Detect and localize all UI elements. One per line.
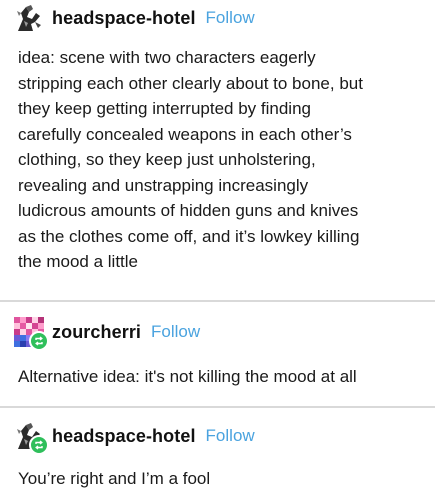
text-line: revealing and unstrapping increasingly: [18, 175, 309, 195]
post-reply: zourcherri Follow Alternative idea: it's…: [0, 302, 435, 406]
post-text: idea: scene with two characters eagerly …: [18, 45, 428, 275]
text-line: as the clothes come off, and it’s lowkey…: [18, 226, 360, 246]
text-line: Alternative idea: it's not killing the m…: [18, 367, 357, 386]
sketch-figure-avatar-icon[interactable]: [14, 3, 44, 33]
sketch-figure-avatar-icon[interactable]: [14, 421, 49, 455]
follow-button[interactable]: Follow: [206, 426, 255, 446]
username[interactable]: zourcherri: [52, 322, 141, 343]
pixel-avatar-icon[interactable]: [14, 317, 49, 351]
text-line: carefully concealed weapons in each othe…: [18, 124, 352, 144]
post-text: You’re right and I’m a fool: [18, 466, 428, 492]
text-line: the mood a little: [18, 252, 139, 271]
text-line: ludicrous amounts of hidden guns and kni…: [18, 201, 359, 220]
post-header: zourcherri Follow: [14, 317, 200, 351]
username[interactable]: headspace-hotel: [52, 8, 196, 29]
username[interactable]: headspace-hotel: [52, 426, 196, 447]
post-text: Alternative idea: it's not killing the m…: [18, 364, 428, 390]
post-reply: headspace-hotel Follow You’re right and …: [0, 408, 435, 500]
reblog-icon: [29, 331, 49, 351]
reblog-icon: [29, 435, 49, 455]
text-line: stripping each other clearly about to bo…: [18, 73, 363, 93]
post-header: headspace-hotel Follow: [14, 421, 255, 455]
post-header: headspace-hotel Follow: [14, 3, 255, 33]
text-line: they keep getting interrupted by finding: [18, 99, 311, 118]
follow-button[interactable]: Follow: [151, 322, 200, 342]
text-line: clothing, so they keep just unholstering…: [18, 150, 316, 169]
follow-button[interactable]: Follow: [206, 8, 255, 28]
text-line: idea: scene with two characters eagerly: [18, 48, 316, 67]
post-original: headspace-hotel Follow idea: scene with …: [0, 0, 435, 300]
text-line: You’re right and I’m a fool: [18, 469, 211, 488]
